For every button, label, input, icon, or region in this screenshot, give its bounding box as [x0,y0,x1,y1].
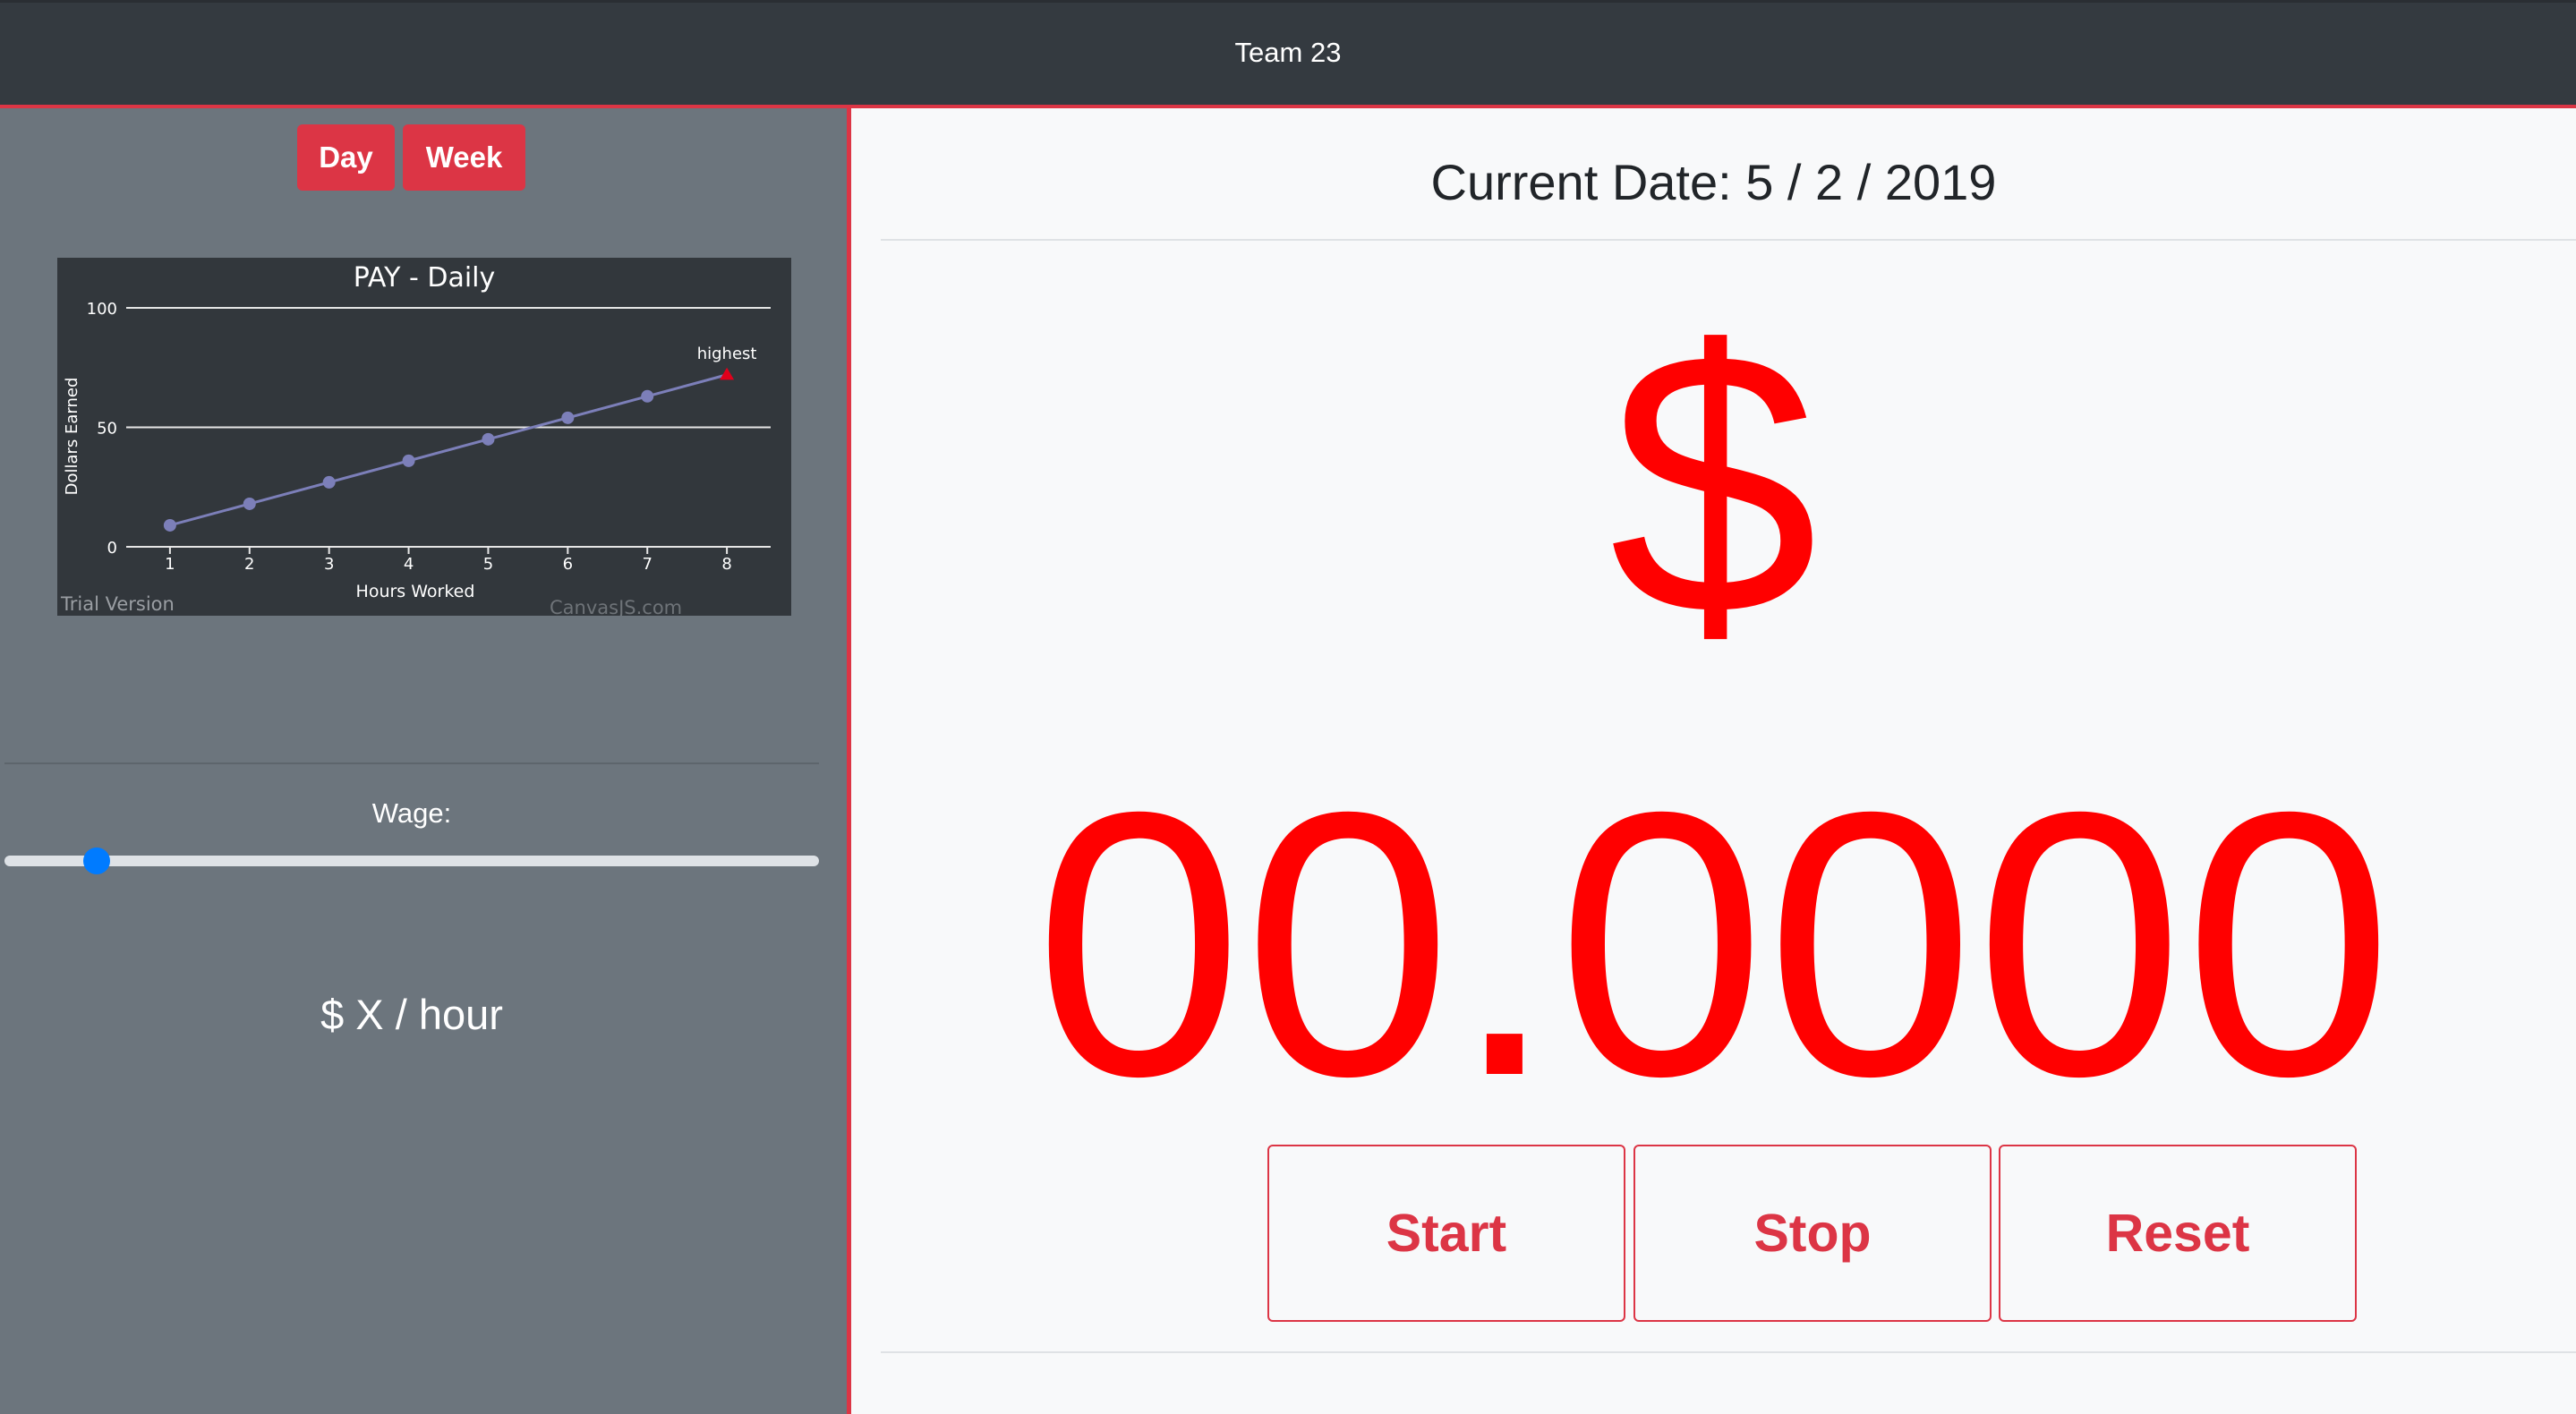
data-point [482,432,495,446]
x-axis-label: Hours Worked [356,582,475,601]
x-tick-label: 6 [563,555,573,574]
canvasjs-watermark: CanvasJS.com [550,597,682,616]
pay-chart-svg: PAY - Daily 0 50 100 1 2 3 4 5 6 7 8 Hours Worked Dol… [60,262,771,616]
data-point [641,389,654,403]
app-title: Team 23 [1234,36,1342,68]
currency-symbol: $ [1608,274,1819,694]
y-tick-label: 50 [97,420,117,439]
sidebar: Day Week PAY - Daily 0 50 100 1 2 3 4 5 6 7 8 Hours … [0,105,851,1414]
y-tick-label: 100 [87,300,117,319]
highest-annotation: highest [697,345,757,363]
x-tick-label: 1 [165,555,175,574]
x-tick-label: 5 [483,555,493,574]
x-tick-label: 8 [721,555,731,574]
pay-chart: PAY - Daily 0 50 100 1 2 3 4 5 6 7 8 Hours Worked Dol… [57,258,791,616]
chart-title: PAY - Daily [354,262,496,294]
data-point [243,497,256,510]
main-divider-bottom [881,1351,2576,1353]
day-button[interactable]: Day [297,124,395,191]
top-navbar: Team 23 [0,0,2576,105]
x-tick-label: 3 [324,555,334,574]
x-tick-label: 4 [404,555,414,574]
main-divider-top [881,239,2576,241]
y-axis-label: Dollars Earned [63,378,81,496]
x-tick-label: 2 [244,555,254,574]
wage-label: Wage: [371,797,452,829]
wage-rate: $ X / hour [320,991,503,1038]
main-panel: Current Date: 5 / 2 / 2019 $ 00.0000 Sta… [851,105,2576,1414]
earnings-amount: 00.0000 [1034,735,2393,1154]
week-button[interactable]: Week [403,124,525,191]
data-point [163,518,176,532]
data-point [561,411,575,424]
sidebar-divider [4,762,819,764]
highest-point-marker [720,367,735,380]
wage-slider[interactable] [4,848,819,874]
start-button[interactable]: Start [1267,1145,1625,1322]
trial-version-watermark: Trial Version [60,593,175,615]
wage-slider-thumb[interactable] [83,848,110,874]
wage-slider-track[interactable] [4,856,819,866]
current-date: Current Date: 5 / 2 / 2019 [1430,154,1997,210]
data-point [402,454,415,467]
reset-button[interactable]: Reset [1999,1145,2357,1322]
x-tick-label: 7 [642,555,652,574]
stop-button[interactable]: Stop [1633,1145,1992,1322]
y-tick-label: 0 [107,539,117,558]
data-point [322,475,336,489]
